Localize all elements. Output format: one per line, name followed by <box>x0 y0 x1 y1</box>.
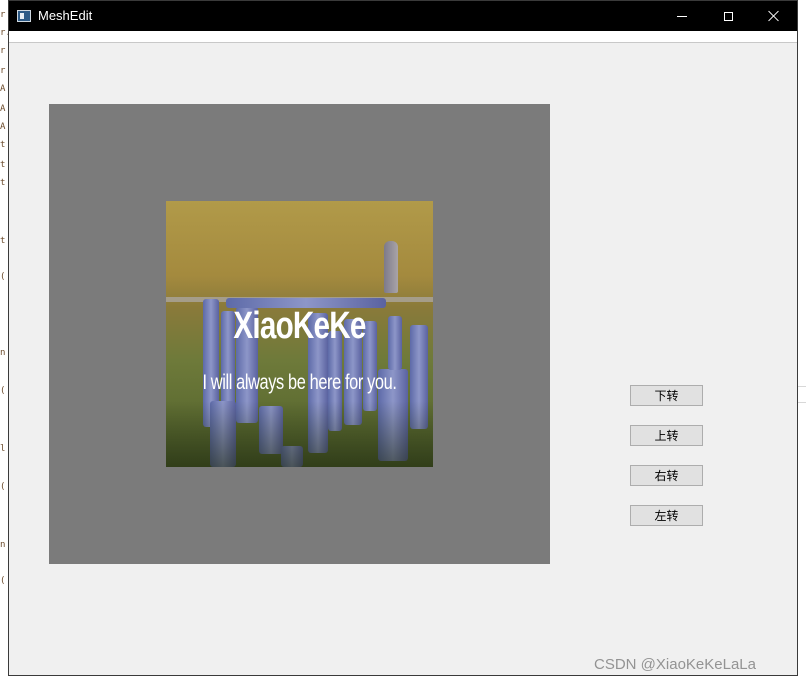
rotate-down-button[interactable]: 下转 <box>630 385 703 406</box>
maximize-button[interactable] <box>705 1 751 31</box>
texture-subtitle: I will always be here for you. <box>202 371 397 394</box>
close-button[interactable] <box>751 1 797 31</box>
textured-mesh: XiaoKeKe I will always be here for you. <box>166 201 433 467</box>
rotate-right-button[interactable]: 右转 <box>630 465 703 486</box>
background-window-edge <box>798 0 806 683</box>
minimize-icon <box>677 15 687 17</box>
minimize-button[interactable] <box>659 1 705 31</box>
app-window-icon <box>17 10 31 22</box>
background-divider <box>798 402 806 403</box>
rotate-left-button[interactable]: 左转 <box>630 505 703 526</box>
close-icon <box>768 10 780 22</box>
meshedit-window: MeshEdit XiaoKeKe I will always be here … <box>8 0 798 676</box>
texture-title: XiaoKeKe <box>233 305 366 347</box>
background-divider <box>798 386 806 387</box>
render-viewport[interactable]: XiaoKeKe I will always be here for you. <box>49 104 550 564</box>
maximize-icon <box>723 11 733 21</box>
rotate-up-button[interactable]: 上转 <box>630 425 703 446</box>
menu-bar <box>9 31 797 43</box>
window-title: MeshEdit <box>38 8 93 23</box>
title-bar[interactable]: MeshEdit <box>9 1 797 31</box>
texture-stone <box>384 241 398 293</box>
csdn-watermark: CSDN @XiaoKeKeLaLa <box>594 656 756 673</box>
texture-shadow <box>166 401 433 467</box>
